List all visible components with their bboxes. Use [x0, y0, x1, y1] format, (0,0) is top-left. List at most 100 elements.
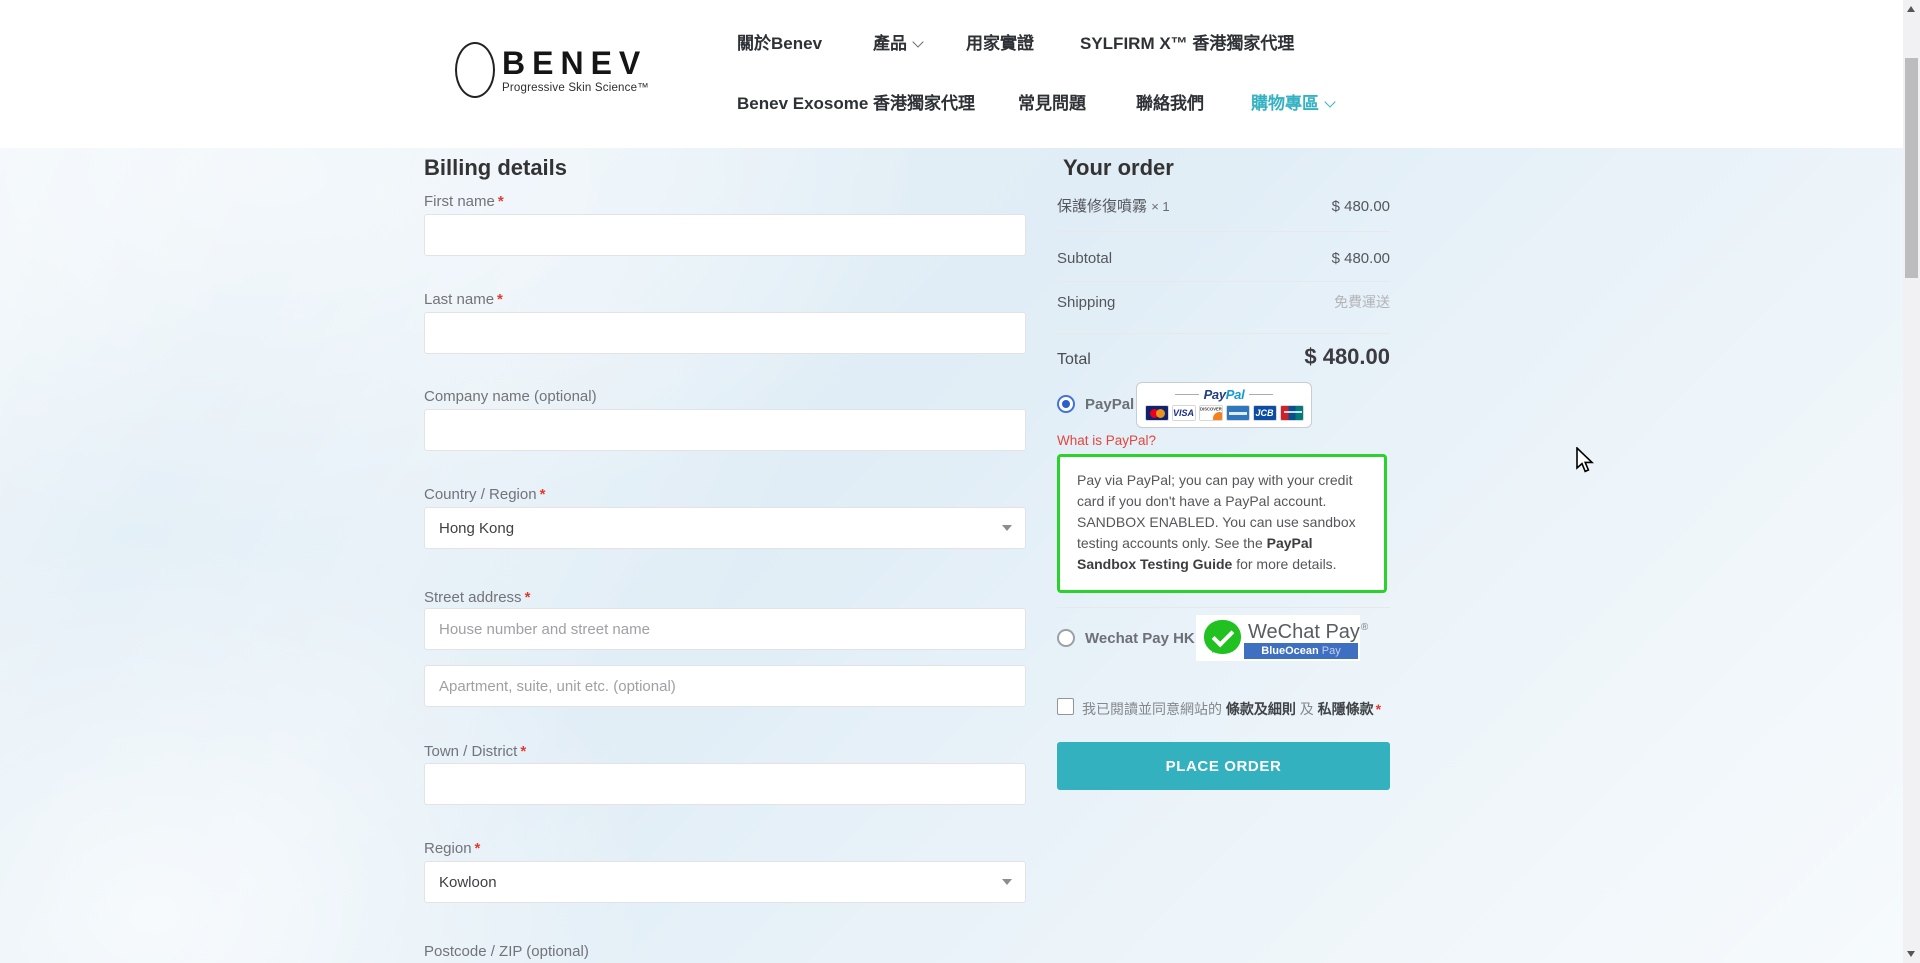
select-caret-icon	[1002, 879, 1012, 885]
region-selected-value: Kowloon	[439, 874, 497, 891]
wechat-bubble-icon	[1204, 620, 1241, 654]
decorative-line	[1249, 394, 1273, 395]
required-asterisk: *	[497, 291, 503, 308]
subtotal-value: $ 480.00	[1332, 250, 1390, 267]
label-text: Company name (optional)	[424, 388, 597, 405]
billing-details-title: Billing details	[424, 157, 567, 179]
discover-icon: DISCOVER	[1199, 405, 1223, 421]
label-text: Last name	[424, 291, 494, 308]
description-post: for more details.	[1232, 556, 1336, 572]
nav-label: 用家實證	[966, 34, 1034, 53]
first-name-input[interactable]	[424, 214, 1026, 256]
street-address-2-input[interactable]	[424, 665, 1026, 707]
required-asterisk: *	[520, 743, 526, 760]
wechat-brand-text: WeChat Pay	[1248, 621, 1360, 643]
label-text: Postcode / ZIP (optional)	[424, 943, 589, 960]
registered-mark: ®	[1361, 622, 1368, 633]
paypal-logo: PayPal	[1137, 387, 1311, 402]
company-name-input[interactable]	[424, 409, 1026, 451]
paypal-word-pal: Pal	[1226, 387, 1245, 402]
product-qty: × 1	[1151, 199, 1169, 214]
town-district-label: Town / District*	[424, 743, 526, 760]
order-item-row: 保護修復噴霧 × 1 $ 480.00	[1057, 195, 1390, 216]
paypal-radio[interactable]	[1057, 395, 1075, 413]
nav-label: 購物專區	[1251, 94, 1319, 113]
nav-item-benev-exosome[interactable]: Benev Exosome 香港獨家代理	[737, 93, 975, 115]
terms-conditions-link[interactable]: 條款及細則	[1226, 701, 1296, 717]
description-pre: Pay via PayPal; you can pay with your cr…	[1077, 472, 1356, 551]
town-district-input[interactable]	[424, 763, 1026, 805]
brand-logo[interactable]: BENEV Progressive Skin Science™	[455, 42, 649, 98]
terms-checkbox[interactable]	[1057, 698, 1074, 715]
visa-icon: VISA	[1172, 405, 1196, 421]
first-name-label: First name*	[424, 193, 504, 210]
street-address-label: Street address*	[424, 589, 530, 606]
scrollbar[interactable]	[1903, 0, 1920, 963]
nav-label: 常見問題	[1018, 94, 1086, 113]
postcode-label: Postcode / ZIP (optional)	[424, 943, 589, 960]
what-is-paypal-link[interactable]: What is PayPal?	[1057, 433, 1156, 448]
nav-label: 聯絡我們	[1136, 94, 1204, 113]
total-label: Total	[1057, 351, 1091, 369]
region-select[interactable]: Kowloon	[424, 861, 1026, 903]
required-asterisk: *	[540, 486, 546, 503]
required-asterisk: *	[498, 193, 504, 210]
scrollbar-down-arrow[interactable]	[1907, 951, 1915, 957]
label-text: Region	[424, 840, 472, 857]
nav-item-products[interactable]: 產品	[873, 33, 922, 55]
blueocean-text: BlueOcean	[1261, 646, 1318, 657]
place-order-button[interactable]: PLACE ORDER	[1057, 742, 1390, 790]
divider	[1057, 607, 1390, 608]
nav-item-testimonials[interactable]: 用家實證	[966, 33, 1034, 55]
label-text: Street address	[424, 589, 522, 606]
your-order-title: Your order	[1063, 157, 1174, 179]
nav-label: 關於Benev	[737, 34, 822, 53]
label-text: Town / District	[424, 743, 517, 760]
paypal-label: PayPal	[1085, 396, 1134, 413]
paypal-wordmark: PayPal	[1199, 387, 1250, 402]
chevron-down-icon	[912, 36, 923, 47]
nav-item-shop[interactable]: 購物專區	[1251, 93, 1334, 115]
label-text: Country / Region	[424, 486, 537, 503]
jcb-icon: JCB	[1253, 405, 1277, 421]
country-selected-value: Hong Kong	[439, 520, 514, 537]
last-name-input[interactable]	[424, 312, 1026, 354]
logo-brand-text: BENEV	[502, 47, 649, 79]
country-select[interactable]: Hong Kong	[424, 507, 1026, 549]
terms-pre-text: 我已閱讀並同意網站的	[1082, 701, 1226, 717]
site-header: BENEV Progressive Skin Science™ 關於Benev …	[0, 0, 1920, 148]
select-caret-icon	[1002, 525, 1012, 531]
nav-item-about-benev[interactable]: 關於Benev	[737, 33, 822, 55]
total-value: $ 480.00	[1304, 344, 1390, 370]
wechat-wordmark: WeChat Pay®	[1248, 621, 1368, 644]
privacy-policy-link[interactable]: 私隱條款	[1318, 701, 1374, 717]
wechat-pay-label: Wechat Pay HK	[1085, 630, 1195, 647]
last-name-label: Last name*	[424, 291, 503, 308]
divider	[1057, 231, 1390, 232]
scrollbar-up-arrow[interactable]	[1907, 6, 1915, 12]
checkout-page: BENEV Progressive Skin Science™ 關於Benev …	[0, 0, 1920, 963]
order-item-name: 保護修復噴霧 × 1	[1057, 195, 1170, 216]
total-row: Total $ 480.00	[1057, 344, 1390, 370]
nav-label: Benev Exosome 香港獨家代理	[737, 94, 975, 113]
nav-item-faq[interactable]: 常見問題	[1018, 93, 1086, 115]
amex-icon	[1226, 405, 1250, 421]
shipping-value: 免費運送	[1334, 292, 1390, 312]
subtotal-row: Subtotal $ 480.00	[1057, 250, 1390, 267]
label-text: First name	[424, 193, 495, 210]
wechat-radio[interactable]	[1057, 629, 1075, 647]
blueocean-pay-badge: BlueOceanPay	[1244, 643, 1358, 659]
card-logos-row: VISA DISCOVER JCB	[1137, 405, 1311, 421]
nav-label: SYLFIRM X™ 香港獨家代理	[1080, 34, 1294, 53]
nav-item-sylfirm-x[interactable]: SYLFIRM X™ 香港獨家代理	[1080, 33, 1294, 55]
paypal-description-text: Pay via PayPal; you can pay with your cr…	[1077, 470, 1367, 575]
paypal-acceptance-mark[interactable]: PayPal VISA DISCOVER JCB	[1136, 382, 1312, 428]
unionpay-icon	[1280, 405, 1304, 421]
street-address-1-input[interactable]	[424, 608, 1026, 650]
divider	[1057, 333, 1390, 334]
logo-ellipse-icon	[455, 42, 495, 98]
shipping-label: Shipping	[1057, 294, 1115, 311]
scrollbar-thumb[interactable]	[1905, 58, 1918, 278]
nav-item-contact[interactable]: 聯絡我們	[1136, 93, 1204, 115]
discover-word: DISCOVER	[1200, 407, 1222, 412]
